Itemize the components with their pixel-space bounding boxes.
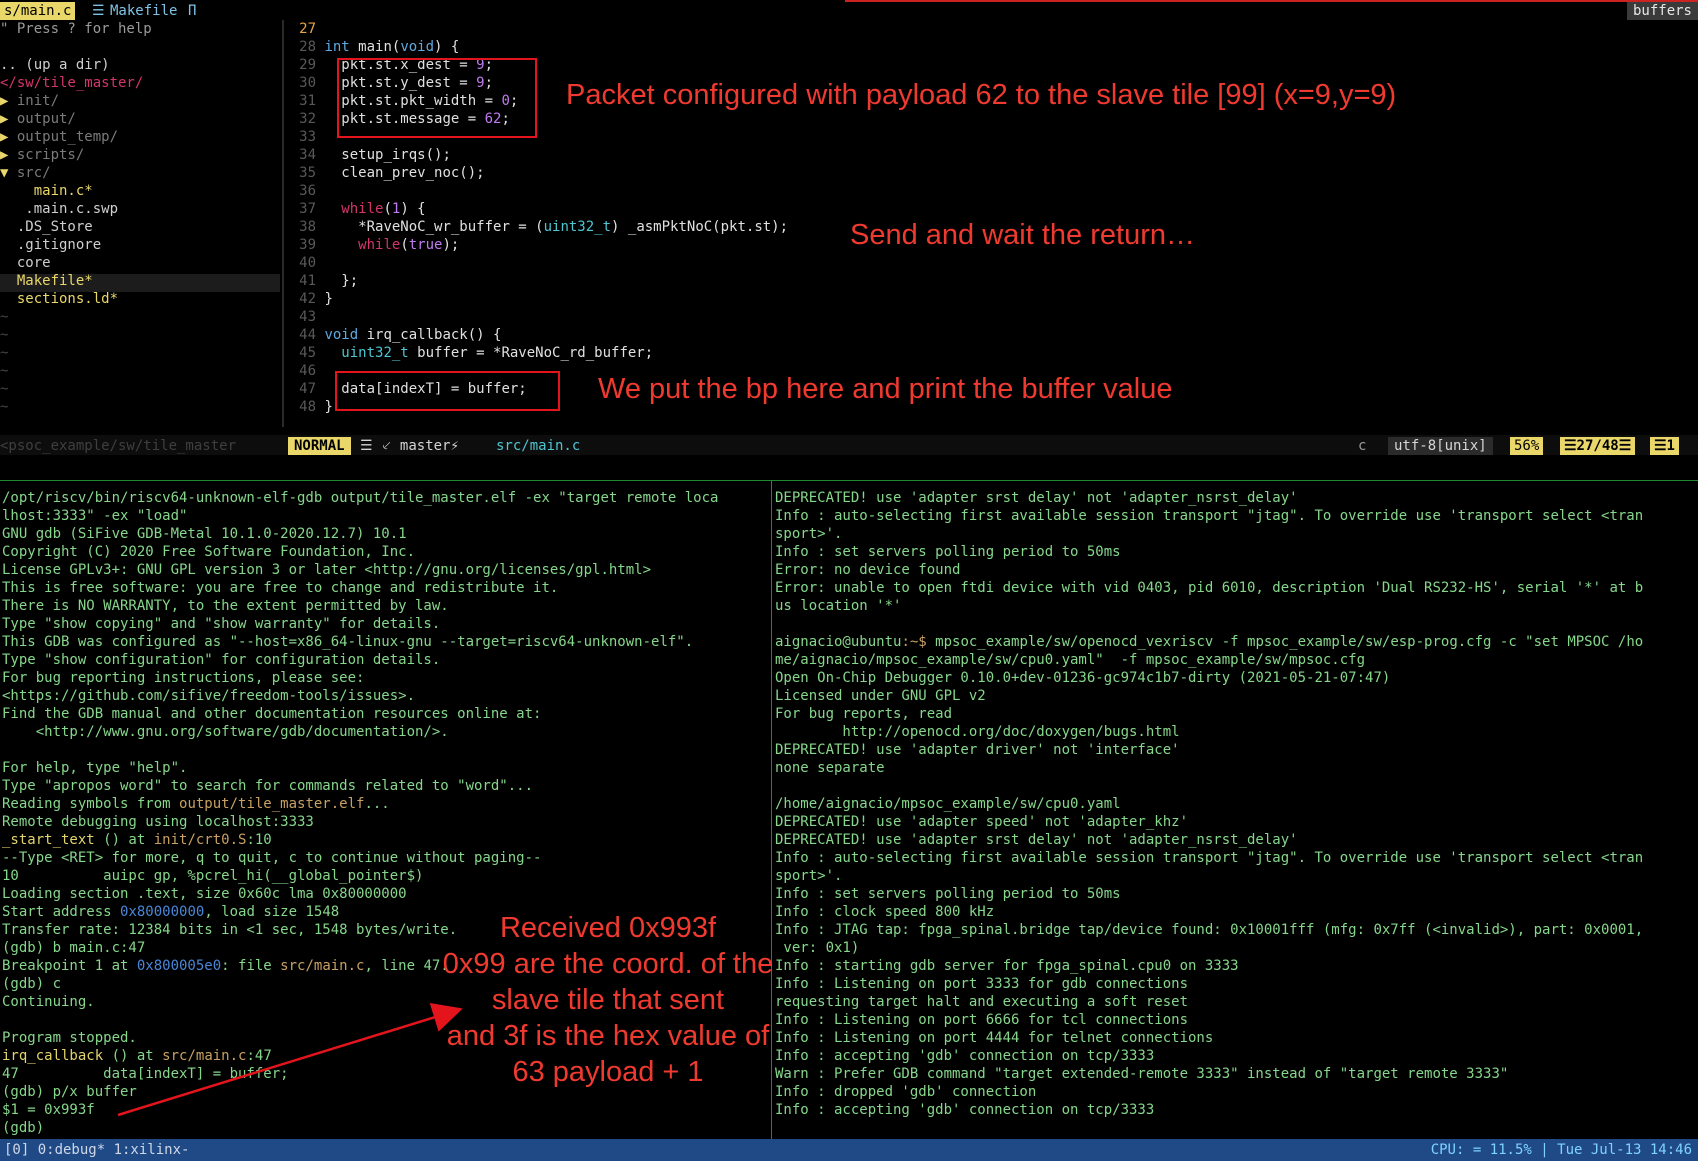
tmux-status-info: CPU: = 11.5% | Tue Jul-13 14:46	[1430, 1142, 1692, 1158]
arrow-line	[117, 1003, 463, 1117]
annotation-arrow	[117, 1003, 463, 1117]
tmux-windows[interactable]: [0] 0:debug* 1:xilinx-	[4, 1141, 189, 1159]
tmux-status-bar: [0] 0:debug* 1:xilinx- CPU: = 11.5% | Tu…	[0, 1139, 1698, 1161]
